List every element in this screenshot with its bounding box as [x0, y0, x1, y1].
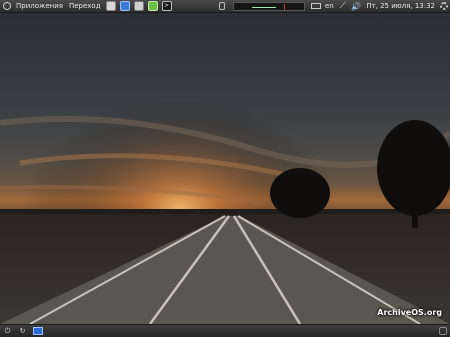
mail-icon[interactable] [105, 1, 116, 11]
railway-sunset-image [0, 13, 450, 324]
menu-places[interactable]: Переход [66, 2, 104, 10]
notification-icon[interactable] [218, 2, 225, 10]
clock[interactable]: Пт, 25 июля, 13:32 [366, 2, 435, 10]
system-tray: en ⟋ 🔊 Пт, 25 июля, 13:32 [218, 0, 450, 13]
top-panel: Приложения Переход > en ⟋ 🔊 Пт, 25 июля,… [0, 0, 450, 13]
monitor-graph-spike [283, 3, 285, 10]
software-center-icon[interactable] [147, 1, 158, 11]
monitor-graph-line [251, 6, 276, 8]
menu-applications[interactable]: Приложения [13, 2, 66, 10]
screenshot-icon[interactable] [133, 1, 144, 11]
volume-icon[interactable]: 🔊 [351, 2, 361, 11]
terminal-icon[interactable]: > [161, 1, 172, 11]
session-gear-icon[interactable] [440, 2, 448, 10]
web-browser-icon[interactable] [119, 1, 130, 11]
desktop-wallpaper: ArchiveOS.org [0, 13, 450, 324]
keyboard-icon[interactable] [310, 3, 321, 9]
trash-icon[interactable] [439, 327, 447, 335]
keyboard-layout[interactable]: en [325, 2, 334, 10]
power-icon[interactable]: ⏻ [3, 327, 12, 336]
refresh-icon[interactable]: ↻ [18, 327, 27, 336]
network-icon[interactable]: ⟋ [340, 1, 346, 11]
ubuntu-logo-icon[interactable] [3, 2, 11, 10]
watermark: ArchiveOS.org [377, 308, 442, 317]
system-monitor[interactable] [232, 1, 305, 11]
bottom-panel: ⏻ ↻ [0, 324, 450, 337]
show-desktop-icon[interactable] [33, 327, 43, 335]
